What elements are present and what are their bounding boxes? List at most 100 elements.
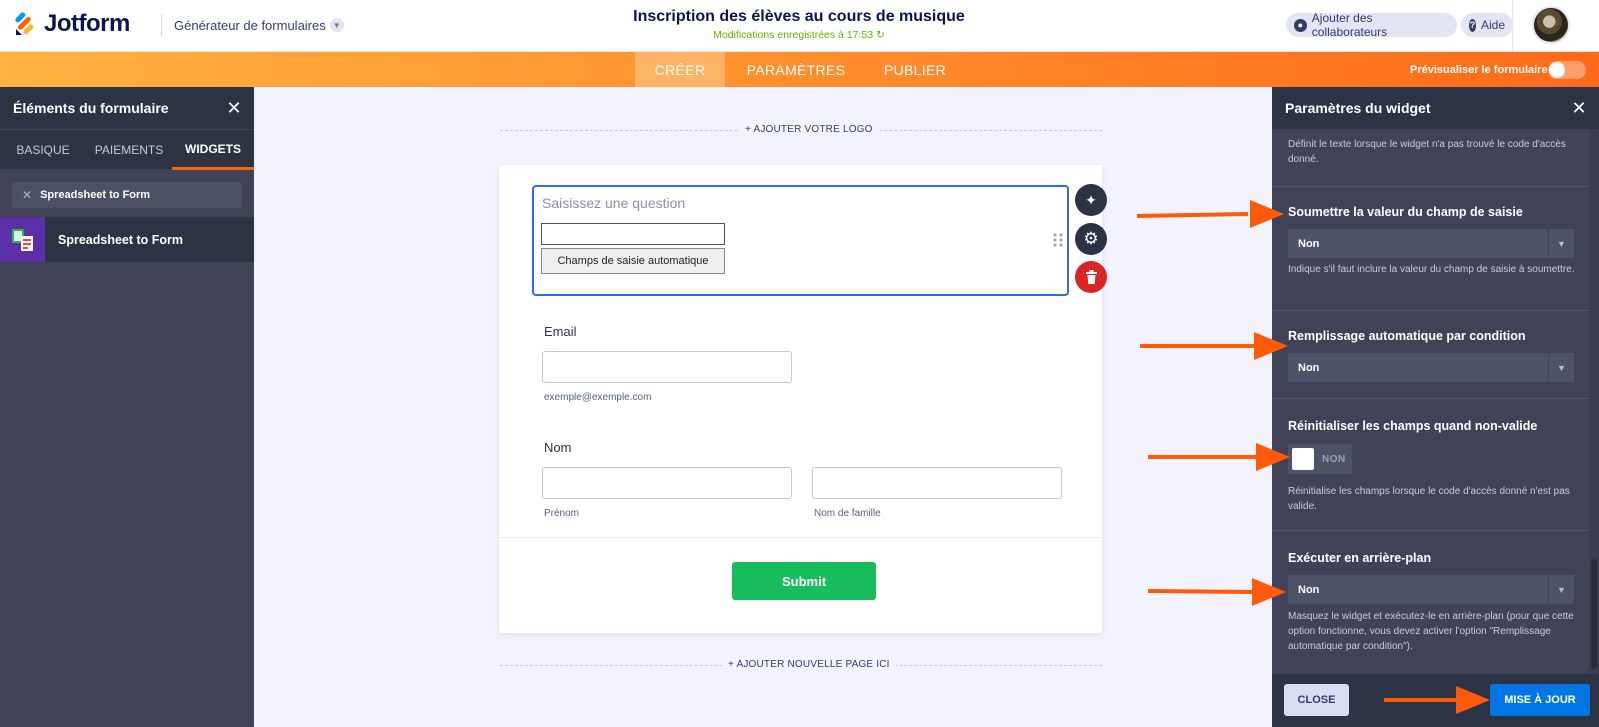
- spreadsheet-icon: [0, 217, 45, 262]
- add-collaborators-label: Ajouter des collaborateurs: [1311, 11, 1388, 39]
- tab-widgets-label: WIDGETS: [185, 141, 241, 156]
- email-label: Email: [544, 324, 577, 339]
- tab-create-label: CRÉER: [654, 61, 706, 78]
- chevron-down-icon: ▼: [1548, 229, 1574, 258]
- drag-handle-icon[interactable]: [1053, 233, 1063, 247]
- form-elements-header: Éléments du formulaire: [0, 87, 254, 129]
- search-value: Spreadsheet to Form: [40, 189, 151, 201]
- close-icon[interactable]: ✕: [1569, 98, 1589, 118]
- autofill-condition-select[interactable]: Non ▼: [1288, 353, 1574, 382]
- setting-divider: [1272, 310, 1589, 311]
- refresh-icon: ↻: [876, 29, 885, 41]
- close-icon[interactable]: ✕: [224, 98, 244, 118]
- run-background-select[interactable]: Non ▼: [1288, 575, 1574, 604]
- run-background-selected: Non: [1298, 583, 1320, 596]
- save-status-text: Modifications enregistrées à 17:53: [713, 29, 874, 41]
- close-button[interactable]: CLOSE: [1284, 684, 1349, 716]
- top-header: Jotform Générateur de formulaires ▼ Insc…: [0, 0, 1599, 52]
- tab-publish[interactable]: PUBLIER: [870, 52, 960, 87]
- question-icon: ?: [1469, 18, 1476, 32]
- logo-text: Jotform: [44, 10, 130, 37]
- add-logo-link[interactable]: + AJOUTER VOTRE LOGO: [739, 124, 879, 135]
- last-name-field[interactable]: [812, 467, 1062, 499]
- reset-fields-toggle[interactable]: NON: [1288, 444, 1352, 474]
- chevron-down-icon: ▼: [329, 18, 344, 32]
- builder-label: Générateur de formulaires: [174, 17, 326, 33]
- setting-run-background-title: Exécuter en arrière-plan: [1288, 551, 1432, 565]
- autofill-button[interactable]: Champs de saisie automatique: [541, 248, 725, 274]
- add-page-link[interactable]: + AJOUTER NOUVELLE PAGE ICI: [722, 659, 896, 670]
- form-elements-panel: Éléments du formulaire ✕ BASIQUE PAIEMEN…: [0, 87, 254, 727]
- gear-icon: ⚙: [1083, 229, 1099, 248]
- form-builder-menu[interactable]: Générateur de formulaires ▼: [161, 14, 344, 36]
- preview-form-toggle[interactable]: [1548, 61, 1586, 79]
- help-label: Aide: [1480, 18, 1505, 32]
- tab-basic-label: BASIQUE: [16, 143, 70, 157]
- add-collaborators-button[interactable]: ● Ajouter des collaborateurs: [1286, 11, 1457, 39]
- form-title[interactable]: Inscription des élèves au cours de musiq…: [560, 8, 1038, 26]
- tab-settings[interactable]: PARAMÈTRES: [736, 52, 856, 87]
- setting-autofill-condition-title: Remplissage automatique par condition: [1288, 329, 1526, 343]
- chevron-down-icon: ▼: [1548, 353, 1574, 382]
- first-name-sublabel: Prénom: [544, 508, 580, 519]
- jotform-logo[interactable]: Jotform: [14, 9, 154, 39]
- submit-button[interactable]: Submit: [732, 562, 876, 600]
- jotform-logo-icon: [15, 12, 34, 35]
- widget-settings-header: Paramètres du widget: [1272, 87, 1599, 129]
- autofill-condition-selected: Non: [1298, 361, 1320, 374]
- email-sublabel: exemple@exemple.com: [544, 392, 652, 403]
- run-background-description: Masquez le widget et exécutez-le en arri…: [1288, 611, 1574, 652]
- tab-payments[interactable]: PAIEMENTS: [86, 130, 172, 170]
- submit-value-description: Indique s'il faut inclure la valeur du c…: [1288, 264, 1575, 275]
- save-status: Modifications enregistrées à 17:53 ↻: [560, 29, 1038, 41]
- tab-widgets[interactable]: WIDGETS: [172, 130, 254, 170]
- name-label: Nom: [544, 440, 572, 455]
- setting-divider: [1272, 530, 1589, 531]
- tab-settings-label: PARAMÈTRES: [746, 61, 846, 78]
- widget-settings-title: Paramètres du widget: [1285, 100, 1431, 116]
- help-button[interactable]: ? Aide: [1461, 13, 1513, 37]
- submit-value-select[interactable]: Non ▼: [1288, 229, 1574, 258]
- setting-divider: [1272, 398, 1589, 399]
- reset-fields-description: Réinitialise les champs lorsque le code …: [1288, 486, 1570, 512]
- form-elements-title: Éléments du formulaire: [13, 100, 169, 116]
- submit-value-selected: Non: [1298, 237, 1320, 250]
- update-button[interactable]: MISE À JOUR: [1490, 684, 1590, 716]
- card-divider: [499, 537, 1102, 538]
- builder-nav-bar: CRÉER PARAMÈTRES PUBLIER Prévisualiser l…: [0, 52, 1599, 87]
- email-field[interactable]: [542, 351, 792, 383]
- tab-payments-label: PAIEMENTS: [94, 143, 164, 157]
- setting-description: Définit le texte lorsque le widget n'a p…: [1288, 139, 1566, 165]
- elements-tabs: BASIQUE PAIEMENTS WIDGETS: [0, 129, 254, 170]
- setting-divider: [1272, 186, 1589, 187]
- toggle-knob: [1549, 62, 1565, 78]
- last-name-sublabel: Nom de famille: [814, 508, 881, 519]
- user-icon: ●: [1294, 18, 1307, 32]
- delete-field-button[interactable]: [1075, 261, 1107, 293]
- tab-create[interactable]: CRÉER: [635, 52, 725, 87]
- setting-reset-fields-title: Réinitialiser les champs quand non-valid…: [1288, 419, 1538, 433]
- tab-basic[interactable]: BASIQUE: [0, 130, 86, 170]
- widget-settings-button[interactable]: ⚙: [1075, 223, 1107, 255]
- clear-search-icon[interactable]: ✕: [22, 188, 32, 202]
- reset-fields-toggle-label: NON: [1322, 453, 1346, 465]
- chevron-down-icon: ▼: [1548, 575, 1574, 604]
- setting-submit-value-title: Soumettre la valeur du champ de saisie: [1288, 205, 1523, 219]
- preview-form-label: Prévisualiser le formulaire: [1410, 63, 1548, 76]
- widget-search-input[interactable]: ✕ Spreadsheet to Form: [12, 182, 242, 208]
- header-divider: [1512, 0, 1513, 52]
- form-title-block: Inscription des élèves au cours de musiq…: [560, 8, 1038, 41]
- widget-list-item-label: Spreadsheet to Form: [58, 232, 184, 247]
- widget-list-item[interactable]: Spreadsheet to Form: [0, 217, 254, 262]
- settings-scrollbar[interactable]: [1589, 129, 1599, 674]
- scrollbar-thumb[interactable]: [1591, 559, 1597, 669]
- toggle-knob: [1292, 448, 1314, 470]
- tab-publish-label: PUBLIER: [883, 61, 946, 78]
- magic-wand-button[interactable]: ✦: [1075, 184, 1107, 216]
- question-placeholder[interactable]: Saisissez une question: [542, 195, 685, 211]
- access-code-input[interactable]: [541, 223, 725, 245]
- trash-icon: [1085, 270, 1097, 284]
- first-name-field[interactable]: [542, 467, 792, 499]
- magic-wand-icon: ✦: [1085, 191, 1097, 208]
- avatar[interactable]: [1532, 6, 1570, 44]
